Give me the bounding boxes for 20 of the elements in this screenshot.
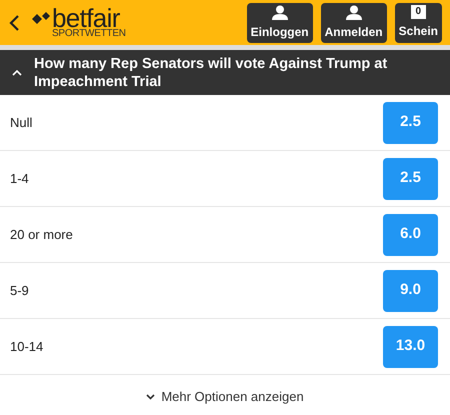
person-icon (272, 4, 288, 20)
more-options-link[interactable]: Mehr Optionen anzeigen (146, 386, 304, 406)
market-title: How many Rep Senators will vote Against Trump at Impeachment Trial (34, 54, 388, 90)
selection-name: 20 or more (10, 226, 73, 244)
selection-name: Null (10, 114, 32, 132)
header-button[interactable]: 0 Schein (394, 2, 442, 42)
selection-name: 5-9 (10, 282, 29, 300)
brand-name: betfair (52, 6, 120, 28)
market-header[interactable]: How many Rep Senators will vote Against Trump at Impeachment Trial (0, 50, 450, 95)
brand-tagline: SPORTWETTEN (52, 28, 126, 38)
header-button[interactable]: Einloggen (246, 2, 313, 42)
chevron-down-icon (146, 394, 156, 400)
header-button[interactable]: Anmelden (320, 2, 387, 42)
person-icon (346, 4, 362, 20)
logo-icon (32, 10, 52, 24)
selection-name: 10-14 (10, 338, 44, 356)
more-options-text: Mehr Optionen anzeigen (161, 388, 304, 406)
bet-count: 0 (410, 5, 426, 19)
selection-name: 1-4 (10, 170, 29, 188)
back-icon[interactable] (8, 14, 20, 32)
